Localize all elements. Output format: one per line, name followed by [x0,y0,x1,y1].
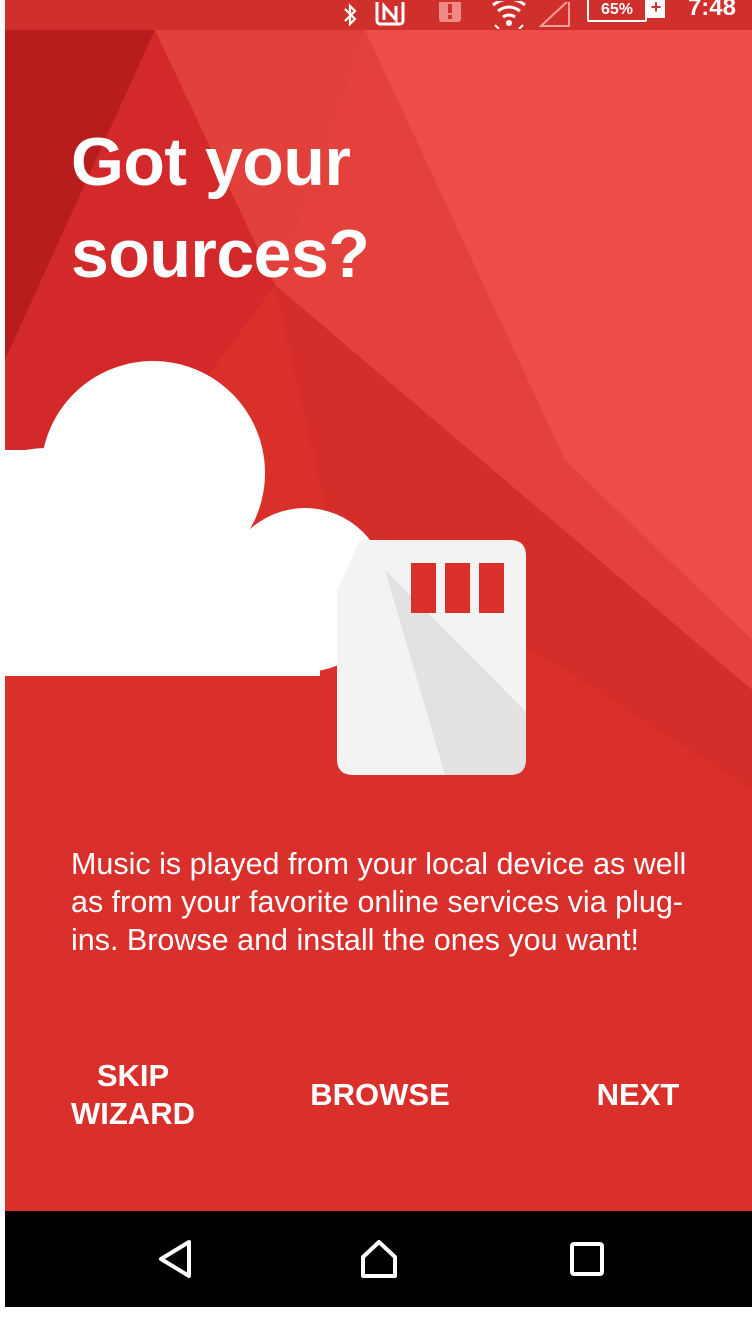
wizard-description: Music is played from your local device a… [71,847,687,957]
recents-icon[interactable] [557,1229,617,1289]
home-icon[interactable] [349,1229,409,1289]
title-line-2: sources? [71,216,370,292]
title-line-1: Got your [71,124,351,200]
sd-card-icon [337,540,526,775]
next-button[interactable]: NEXT [583,1076,693,1114]
wifi-icon [489,0,529,30]
wizard-panel: Got your sources? Music is played from y… [5,30,752,1211]
skip-label-line-2: WIZARD [71,1096,195,1131]
bottom-edge [5,1307,752,1318]
back-icon[interactable] [145,1229,205,1289]
battery-charging-icon: + [647,0,665,18]
alert-icon [437,0,463,30]
nfc-icon [373,0,407,30]
status-time: 7:48 [687,0,736,21]
signal-icon [537,0,573,30]
page-title: Got your sources? [71,116,370,300]
status-bar: 65% + 7:48 [5,0,752,30]
browse-button[interactable]: BROWSE [295,1076,465,1114]
skip-label-line-1: SKIP [96,1058,170,1093]
bluetooth-icon [339,0,361,30]
navigation-bar [5,1211,752,1307]
skip-wizard-button[interactable]: SKIP WIZARD [61,1057,205,1133]
battery-indicator: 65% [587,0,647,22]
app-screen: 65% + 7:48 Got your sources? Music is pl… [5,0,752,1318]
